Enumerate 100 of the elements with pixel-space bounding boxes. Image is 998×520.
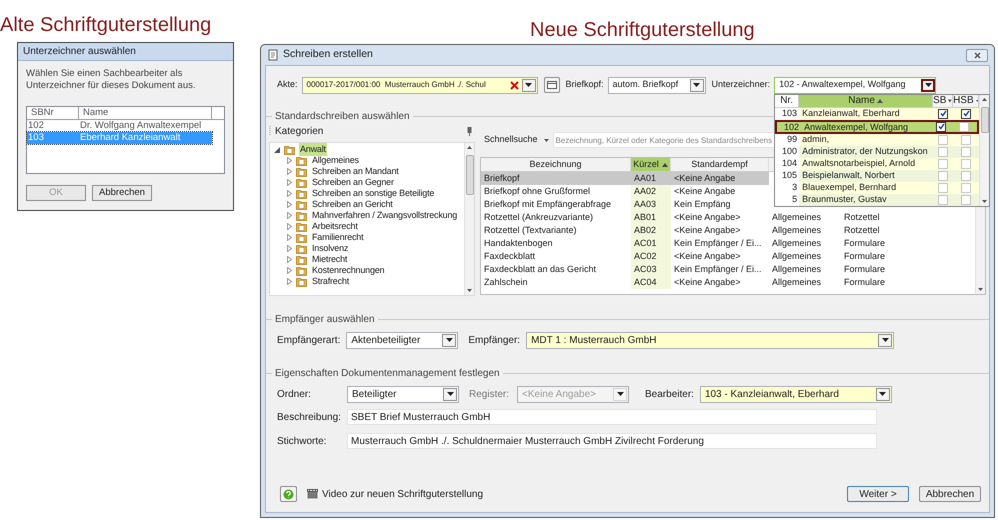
table-cell-text: Allgemeines (771, 224, 822, 237)
column-header[interactable]: Name (799, 94, 934, 106)
dropdown-button[interactable] (443, 388, 457, 400)
table-cell: AC02 (631, 250, 671, 263)
field-label: Briefkopf: (566, 78, 604, 92)
dropdown-field[interactable]: 000017-2017/001:00 Musterrauch GmbH ./. Schul (302, 76, 538, 94)
dropdown-button[interactable] (921, 78, 936, 92)
table-row[interactable]: Briefkopf mit Empfängerabfrage AA03 Kein Empfäng (481, 198, 769, 211)
expand-icon[interactable] (287, 234, 292, 241)
scrollbar[interactable] (979, 94, 990, 206)
video-link[interactable]: Video zur neuen Schriftguterstellung (322, 486, 484, 502)
text-field[interactable]: Musterrauch GmbH ./. Schuldnermaier Musterrauch GmbH Zivilrecht Forderung (347, 433, 877, 449)
table-row[interactable]: Rotzettel (Ankreuzvariante) AB01 <Keine Angabe> Allgemeines Rotzettel (481, 211, 931, 224)
caret-icon[interactable] (544, 138, 549, 142)
dialog-button[interactable]: Abbrechen (919, 486, 981, 502)
table-cell-text: Formulare (843, 263, 886, 276)
tree-item[interactable]: Mahnverfahren / Zwangsvollstreckung (311, 208, 458, 222)
folder-icon (296, 210, 307, 221)
checkbox[interactable] (938, 108, 948, 118)
folder-icon (296, 232, 307, 243)
checkbox[interactable] (936, 122, 946, 132)
caret-icon (446, 338, 453, 342)
table-row[interactable]: Rotzettel (Textvariante) AB02 <Keine Angabe> Allgemeines Rotzettel (481, 224, 931, 237)
dialog-button[interactable]: Weiter > (847, 486, 909, 502)
table-row[interactable]: Briefkopf AA01 <Keine Angabe (481, 172, 769, 185)
tree-item[interactable]: Schreiben an Gegner (311, 176, 395, 190)
expand-icon[interactable] (287, 212, 292, 219)
expand-icon[interactable] (287, 201, 292, 208)
table-cell-text: Rotzettel (Textvariante) (483, 224, 578, 237)
signer-list[interactable]: SBNr Name 102 Dr. Wolfgang Anwaltexempel 103 Eberhard Kanzleianwalt (26, 106, 225, 174)
expand-icon[interactable] (287, 278, 292, 285)
card-button[interactable] (544, 77, 560, 93)
collapse-icon[interactable] (274, 146, 280, 152)
tree-item[interactable]: Anwalt (299, 142, 327, 156)
dropdown-field[interactable]: Beteiligter (347, 386, 459, 402)
table-row[interactable]: Faxdeckblatt AC02 <Keine Angabe> Allgemeines Formulare (481, 250, 931, 263)
card-icon (546, 81, 557, 89)
table-row[interactable]: Briefkopf ohne Grußformel AA02 <Keine Angabe (481, 185, 769, 198)
table-cell-text: Kein Empfänger / Ei... (673, 263, 763, 276)
table-cell-text: Allgemeines (771, 263, 822, 276)
tree-item[interactable]: Schreiben an sonstige Beteiligte (311, 186, 436, 200)
dropdown-field[interactable]: 103 - Kanzleianwalt, Eberhard (700, 386, 892, 402)
tree-item[interactable]: Arbeitsrecht (311, 220, 359, 234)
expand-icon[interactable] (287, 223, 292, 230)
expand-icon[interactable] (287, 245, 292, 252)
tree-item[interactable]: Schreiben an Mandant (311, 164, 400, 178)
help-button[interactable] (280, 486, 297, 502)
table-cell-text: <Keine Angabe> (673, 276, 742, 289)
column-header[interactable]: Name (79, 107, 212, 119)
dropdown-field[interactable]: MDT 1 : Musterrauch GmbH (526, 332, 894, 348)
table-row[interactable]: Zahlschein AC04 <Keine Angabe> Allgemeines Formulare (481, 276, 931, 289)
tree-item[interactable]: Strafrecht (311, 274, 350, 288)
column-header[interactable]: SB (933, 94, 954, 106)
scrollbar-thumb[interactable] (466, 155, 474, 195)
field-label: Beschreibung: (277, 410, 342, 424)
dropdown-button[interactable] (876, 388, 890, 400)
expand-icon[interactable] (287, 157, 292, 164)
dropdown-button[interactable] (878, 334, 892, 346)
list-row[interactable]: 102 Dr. Wolfgang Anwaltexempel (27, 120, 224, 132)
list-row[interactable]: 102 Anwaltexempel, Wolfgang (775, 120, 980, 134)
scrollbar-thumb[interactable] (981, 106, 990, 132)
dropdown-field[interactable]: 102 - Anwaltexempel, Wolfgang (774, 76, 936, 94)
tree-item[interactable]: Mietrecht (311, 252, 348, 266)
expand-icon[interactable] (287, 168, 292, 175)
tree-item[interactable]: Familienrecht (311, 230, 364, 244)
dropdown-button[interactable] (690, 78, 704, 92)
expand-icon[interactable] (287, 190, 292, 197)
expand-icon[interactable] (287, 256, 292, 263)
pin-icon[interactable] (467, 126, 472, 136)
text-field[interactable]: SBET Brief Musterrauch GmbH (347, 409, 877, 425)
expand-icon[interactable] (287, 179, 292, 186)
table-cell-text: Formulare (843, 276, 886, 289)
tree-item[interactable]: Kostenrechnungen (311, 264, 386, 278)
table-cell: AC04 (631, 276, 671, 289)
dropdown-field[interactable]: autom. Briefkopf (608, 76, 706, 94)
caret-icon (616, 392, 624, 396)
checkbox[interactable] (961, 108, 972, 118)
column-header[interactable]: SBNr (27, 107, 79, 119)
dropdown-button[interactable] (522, 78, 536, 92)
tree-item[interactable]: Schreiben an Gericht (311, 198, 394, 212)
expand-icon[interactable] (287, 267, 292, 274)
tree-item[interactable]: Allgemeines (311, 154, 360, 168)
table-cell-text: Allgemeines (771, 276, 822, 289)
close-button[interactable] (966, 48, 988, 62)
dialog-button[interactable]: Abbrechen (92, 185, 152, 201)
column-header[interactable]: Standardempf (671, 158, 769, 171)
dropdown-button[interactable] (442, 334, 456, 346)
table-cell-text: <Keine Angabe (673, 185, 736, 198)
signer-dropdown-menu[interactable] (774, 94, 990, 206)
search-label: Schnellsuche (484, 133, 538, 146)
column-header[interactable]: Kürzel (631, 158, 671, 171)
clear-icon[interactable] (510, 80, 519, 90)
tree-item[interactable]: Insolvenz (311, 242, 350, 256)
column-header[interactable]: HSB (953, 94, 980, 106)
window-title: Schreiben erstellen (283, 47, 373, 62)
search-field[interactable]: Bezeichnung, Kürzel oder Kategorie des Standardschreibens (552, 132, 775, 148)
table-row[interactable]: Handaktenbogen AC01 Kein Empfänger / Ei... Allgemeines Formulare (481, 237, 931, 250)
dropdown-field[interactable]: Aktenbeteiligter (346, 332, 458, 348)
table-row[interactable]: Faxdeckblatt an das Gericht AC03 Kein Empfänger / Ei... Allgemeines Formulare (481, 263, 931, 276)
scrollbar[interactable] (464, 143, 474, 295)
